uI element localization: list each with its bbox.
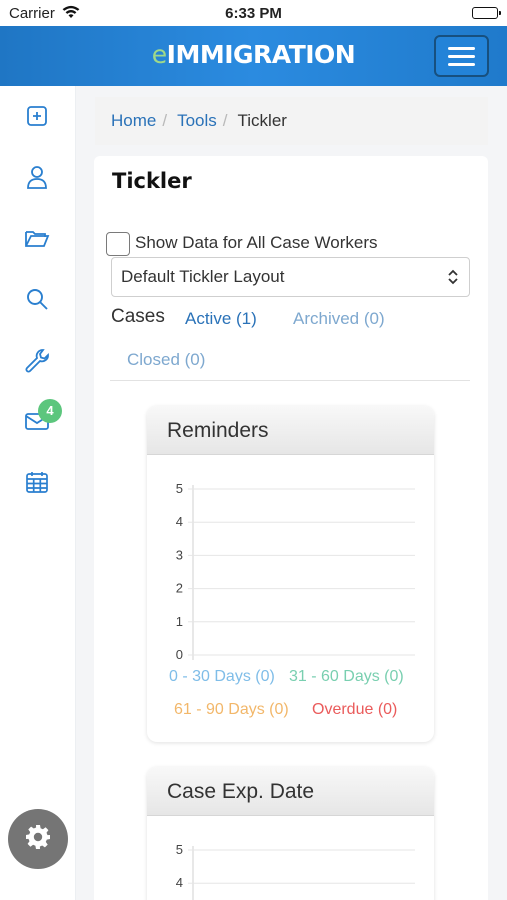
battery-icon [472,7,501,19]
case-exp-date-chart: 45 [176,842,415,900]
tickler-layout-select[interactable]: Default Tickler Layout [111,257,470,297]
hamburger-menu-button[interactable] [434,35,489,77]
page-title: Tickler [112,169,192,193]
legend-61-90-days[interactable]: 61 - 90 Days (0) [174,701,289,719]
legend-0-30-days[interactable]: 0 - 30 Days (0) [169,668,275,686]
app-header: eIMMIGRATION [0,26,507,86]
y-tick-label: 4 [176,514,183,529]
folder-icon[interactable] [23,224,51,252]
y-tick-label: 1 [176,614,183,629]
clock: 6:33 PM [225,5,282,22]
settings-button[interactable] [8,809,68,869]
y-tick-label: 5 [176,842,183,857]
breadcrumb-separator: / [222,111,228,130]
reminders-panel: Reminders 0 1 2 3 4 5 0 - 30 Days (0) 31 - 60… [147,406,434,742]
legend-overdue[interactable]: Overdue (0) [312,701,397,719]
tickler-card: Tickler Show Data for All Case Workers D… [94,156,488,900]
y-tick-label: 2 [176,581,183,596]
y-tick-label: 3 [176,547,183,562]
y-tick-label: 0 [176,647,183,662]
add-square-icon[interactable] [23,102,51,130]
breadcrumb: Home / Tools / Tickler [95,97,488,145]
calendar-icon[interactable] [23,468,51,496]
tab-active-cases[interactable]: Active (1) [185,309,257,329]
menu-bar-icon [448,46,475,50]
breadcrumb-home-link[interactable]: Home [111,111,156,131]
user-icon[interactable] [23,163,51,191]
wrench-icon[interactable] [23,346,51,374]
select-chevron-icon [447,269,459,285]
case-exp-date-title: Case Exp. Date [147,767,434,816]
unread-count-badge: 4 [38,399,62,423]
tab-archived-cases[interactable]: Archived (0) [293,309,385,329]
menu-bar-icon [448,62,475,66]
sidebar: 4 [0,86,76,900]
tickler-layout-value: Default Tickler Layout [121,267,285,286]
tabs-divider [110,380,470,381]
app-logo: eIMMIGRATION [151,40,356,69]
tab-closed-cases[interactable]: Closed (0) [127,350,205,370]
legend-31-60-days[interactable]: 31 - 60 Days (0) [289,668,404,686]
cases-label: Cases [111,306,165,327]
all-case-workers-label[interactable]: Show Data for All Case Workers [135,233,378,253]
menu-bar-icon [448,54,475,58]
status-bar: Carrier 6:33 PM [0,0,507,26]
search-icon[interactable] [23,285,51,313]
breadcrumb-tools-link[interactable]: Tools [177,111,217,131]
all-case-workers-checkbox[interactable] [106,232,130,256]
y-tick-label: 4 [176,875,183,890]
breadcrumb-separator: / [162,111,168,130]
y-tick-label: 5 [176,481,183,496]
breadcrumb-current: Tickler [237,111,287,130]
gear-icon [25,824,51,855]
reminders-chart: 0 1 2 3 4 5 [176,481,415,662]
case-exp-date-panel: Case Exp. Date 45 [147,767,434,900]
reminders-title: Reminders [147,406,434,455]
